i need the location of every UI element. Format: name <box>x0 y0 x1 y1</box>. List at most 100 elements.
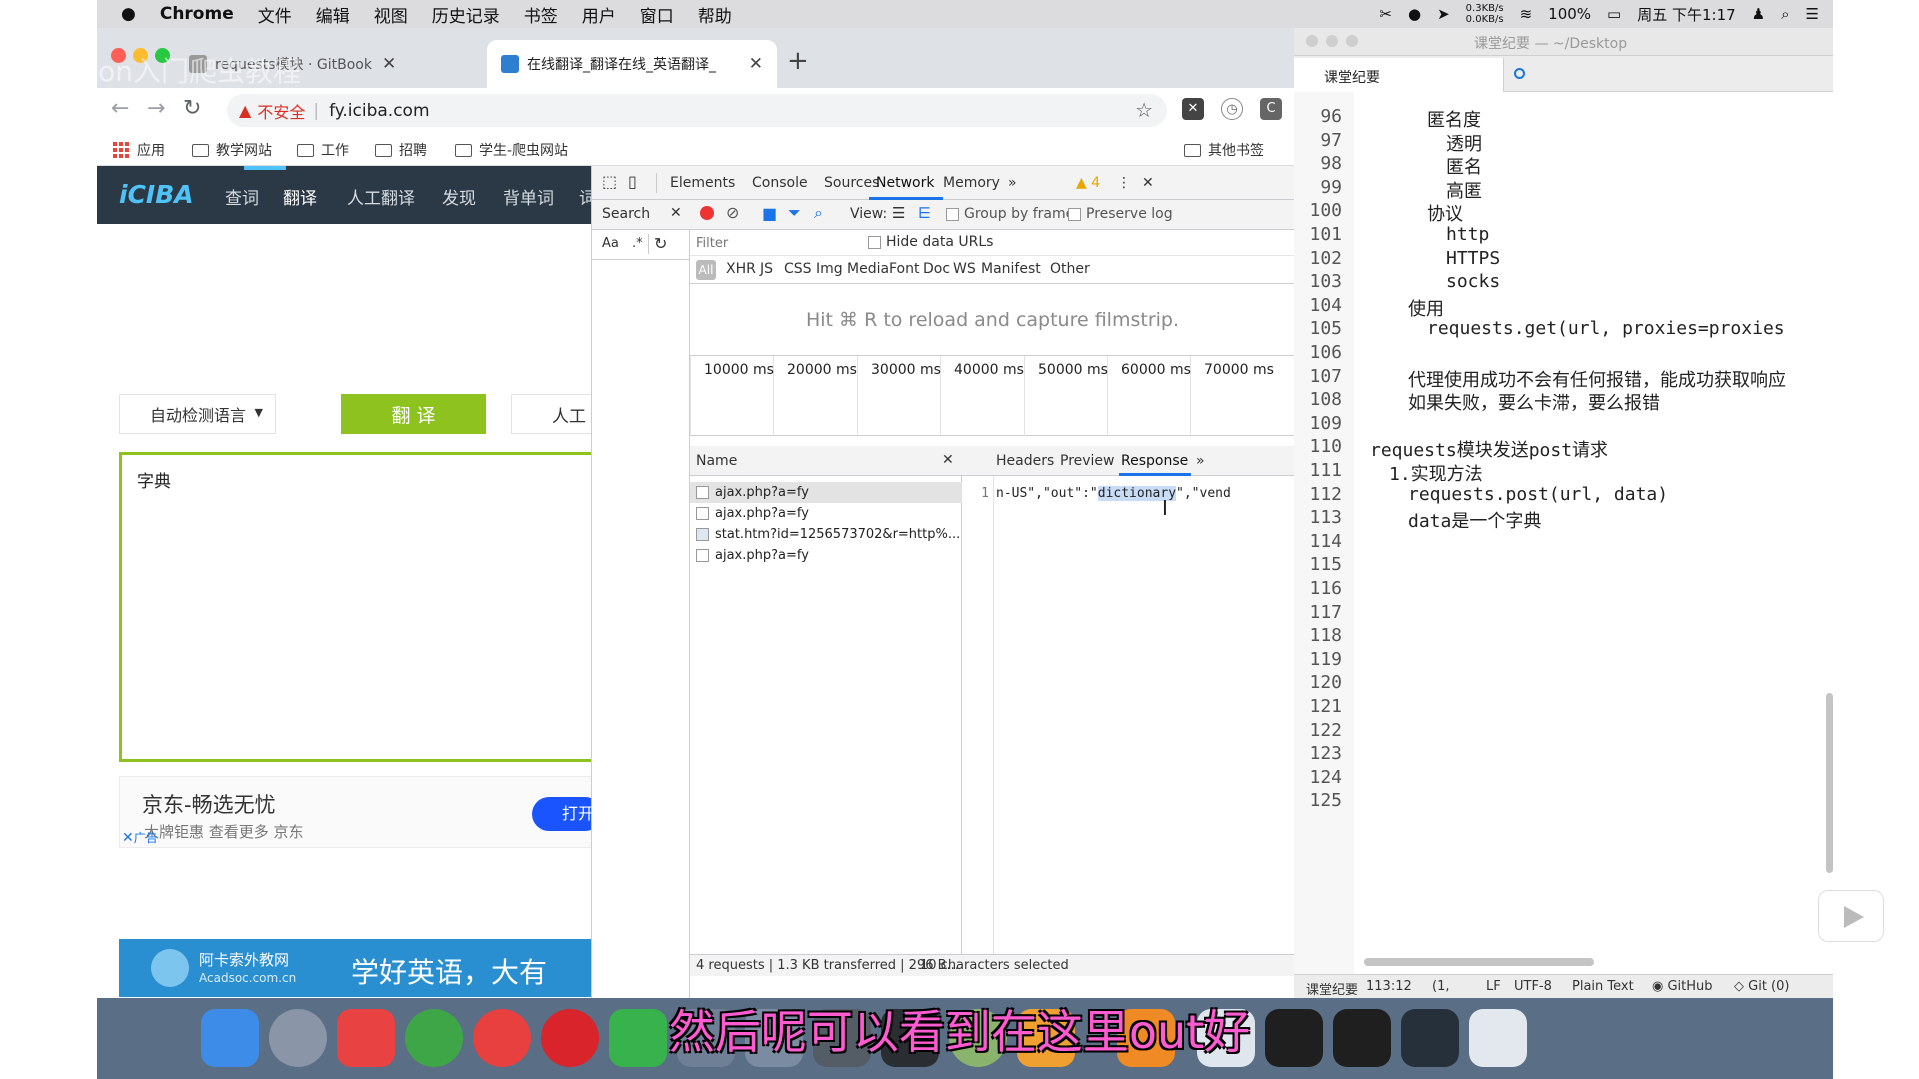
wifi-icon[interactable]: ≋ <box>1520 5 1533 23</box>
group-by-frame-checkbox[interactable] <box>946 208 959 221</box>
apple-icon[interactable]: ● <box>121 4 136 24</box>
nav-lookup[interactable]: 查词 <box>225 184 259 209</box>
capture-screenshots-icon[interactable]: ■ <box>762 204 777 223</box>
insecure-label[interactable]: 不安全 <box>257 99 305 123</box>
status-github[interactable]: ◉ GitHub <box>1652 979 1713 994</box>
translate-button[interactable]: 翻 译 <box>341 394 486 434</box>
bookmark-star-icon[interactable]: ☆ <box>1135 98 1153 122</box>
bookmark-other[interactable]: 其他书签 <box>1184 140 1264 160</box>
tab-sources[interactable]: Sources <box>824 175 879 191</box>
more-detail-tabs-icon[interactable]: » <box>1196 453 1205 469</box>
regex-toggle[interactable]: .* <box>632 236 643 251</box>
minimize-window-button[interactable] <box>1326 35 1338 47</box>
status-syntax[interactable]: Plain Text <box>1572 979 1634 994</box>
filter-other[interactable]: Other <box>1050 261 1090 277</box>
menu-file[interactable]: 文件 <box>258 2 292 27</box>
device-toolbar-icon[interactable]: ▯ <box>628 172 637 191</box>
menu-window[interactable]: 窗口 <box>640 2 674 27</box>
address-bar[interactable]: ▲ 不安全 | fy.iciba.com ☆ <box>227 94 1167 127</box>
language-select[interactable]: 自动检测语言 ▼ <box>119 394 276 434</box>
tab-iciba[interactable]: 在线翻译_翻译在线_英语翻译_ ✕ <box>487 40 777 88</box>
url-text[interactable]: fy.iciba.com <box>329 101 429 121</box>
editor-tab[interactable]: 课堂纪要 <box>1294 58 1504 92</box>
filter-icon[interactable]: ⏷ <box>788 203 801 223</box>
menu-app-name[interactable]: Chrome <box>160 4 234 24</box>
devtools-close-icon[interactable]: ✕ <box>1142 175 1154 191</box>
zoom-window-button[interactable] <box>1346 35 1358 47</box>
match-case-toggle[interactable]: Aa <box>602 236 619 251</box>
extension-x-icon[interactable]: ✕ <box>1182 98 1204 120</box>
search-label[interactable]: Search <box>602 206 650 222</box>
waterfall-icon[interactable]: ⋿ <box>918 204 931 222</box>
unsaved-dot-icon[interactable] <box>1514 68 1525 79</box>
horizontal-scrollbar[interactable] <box>1364 958 1594 966</box>
bookmark-folder[interactable]: 工作 <box>297 140 349 160</box>
bookmark-folder[interactable]: 招聘 <box>375 140 427 160</box>
menu-history[interactable]: 历史记录 <box>432 2 500 27</box>
human-translate-button[interactable]: 人工 <box>511 394 591 434</box>
filter-input[interactable] <box>694 233 854 253</box>
filter-all[interactable]: All <box>696 260 716 280</box>
tab-headers[interactable]: Headers <box>996 453 1054 469</box>
forward-arrow-icon[interactable]: → <box>147 96 165 121</box>
tab-preview[interactable]: Preview <box>1060 453 1115 469</box>
tab-memory[interactable]: Memory <box>943 175 1000 191</box>
ad-banner-jd[interactable]: 京东-畅选无忧 大牌钜惠 查看更多 京东 ✕广告 打开 <box>119 776 591 848</box>
tab-network[interactable]: Network <box>876 175 934 191</box>
reload-icon[interactable]: ↻ <box>183 96 201 121</box>
ad-banner-acadsoc[interactable]: 阿卡索外教网 Acadsoc.com.cn 学好英语，大有 <box>119 939 591 997</box>
clear-icon[interactable]: ⊘ <box>726 203 739 222</box>
close-tab-icon[interactable]: ✕ <box>739 54 763 74</box>
filter-img[interactable]: Img <box>816 261 843 277</box>
ad-open-button[interactable]: 打开 <box>532 797 591 831</box>
ad-close[interactable]: ✕广告 <box>122 829 158 846</box>
request-row[interactable]: stat.htm?id=1256573702&r=http%... <box>690 524 962 545</box>
menu-edit[interactable]: 编辑 <box>316 2 350 27</box>
filter-css[interactable]: CSS <box>784 261 812 277</box>
tab-response[interactable]: Response <box>1121 453 1188 469</box>
code-area[interactable]: 匿名度 透明 匿名 高匿 协议 http HTTPS socks 使用 requests.get(… <box>1354 92 1833 974</box>
bookmark-folder[interactable]: 学生-爬虫网站 <box>455 140 568 160</box>
menubar-clock[interactable]: 周五 下午1:17 <box>1637 4 1735 25</box>
bookmark-folder[interactable]: 教学网站 <box>192 140 272 160</box>
nav-translate[interactable]: 翻译 <box>283 184 317 209</box>
extension-c-icon[interactable]: C <box>1260 98 1282 120</box>
more-tabs-icon[interactable]: » <box>1008 175 1017 191</box>
search-icon[interactable]: ⌕ <box>814 203 823 223</box>
tab-console[interactable]: Console <box>752 175 808 191</box>
filter-ws[interactable]: WS <box>953 261 976 277</box>
close-search-icon[interactable]: ✕ <box>670 205 682 221</box>
request-row[interactable]: ajax.php?a=fy <box>690 545 962 566</box>
spotlight-search-icon[interactable]: ⌕ <box>1781 5 1789 23</box>
notification-center-icon[interactable]: ☰ <box>1806 5 1819 23</box>
bookmark-apps[interactable]: 应用 <box>113 140 165 160</box>
menu-view[interactable]: 视图 <box>374 2 408 27</box>
new-tab-button[interactable]: + <box>787 46 809 76</box>
menu-bookmarks[interactable]: 书签 <box>524 2 558 27</box>
user-icon[interactable]: ♟ <box>1752 5 1765 23</box>
warning-count[interactable]: ▲ 4 <box>1076 175 1100 191</box>
search-input-cursor[interactable] <box>648 234 649 254</box>
name-column-header[interactable]: Name <box>696 453 737 469</box>
extension-timer-icon[interactable]: ◷ <box>1221 98 1243 120</box>
send-icon[interactable]: ➤ <box>1437 5 1450 23</box>
filter-js[interactable]: JS <box>760 261 773 277</box>
video-play-button[interactable] <box>1818 890 1884 942</box>
menu-help[interactable]: 帮助 <box>698 2 732 27</box>
nav-human-translate[interactable]: 人工翻译 <box>347 184 415 209</box>
circle-status-icon[interactable]: ● <box>1408 5 1421 23</box>
filter-font[interactable]: Font <box>889 261 919 277</box>
close-detail-icon[interactable]: ✕ <box>942 452 954 468</box>
nav-discover[interactable]: 发现 <box>442 184 476 209</box>
request-row[interactable]: ajax.php?a=fy <box>690 503 962 524</box>
vertical-scrollbar[interactable] <box>1826 693 1833 873</box>
record-button[interactable] <box>700 206 714 220</box>
translate-input[interactable]: 字典 <box>119 452 591 762</box>
response-body[interactable]: n-US","out":"dictionary","vend <box>996 486 1294 501</box>
iciba-logo[interactable]: iCIBA <box>119 180 194 209</box>
menu-people[interactable]: 用户 <box>582 2 616 27</box>
status-line-ending[interactable]: LF <box>1486 979 1501 994</box>
battery-icon[interactable]: ▭ <box>1607 5 1621 23</box>
back-arrow-icon[interactable]: ← <box>111 96 129 121</box>
status-encoding[interactable]: UTF-8 <box>1514 979 1552 994</box>
